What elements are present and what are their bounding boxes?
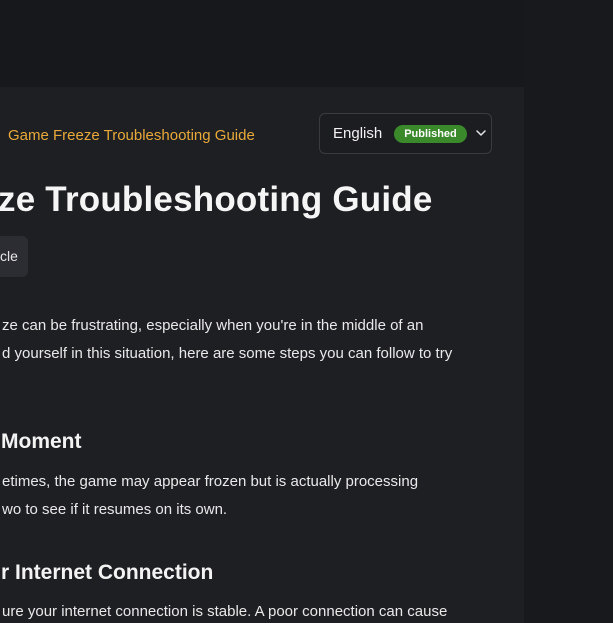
intro-paragraph-line-2: d yourself in this situation, here are s… xyxy=(2,345,453,362)
app-window: Game Freeze Troubleshooting Guide Englis… xyxy=(0,0,613,623)
section-heading-internet: r Internet Connection xyxy=(1,561,214,584)
section-1-line-1: etimes, the game may appear frozen but i… xyxy=(2,473,419,490)
top-backdrop xyxy=(0,0,613,87)
chevron-down-icon xyxy=(476,129,486,139)
language-select[interactable]: English Published xyxy=(319,113,492,154)
breadcrumb-article-link[interactable]: Game Freeze Troubleshooting Guide xyxy=(8,127,255,144)
right-gutter xyxy=(524,0,613,623)
section-2-line-1: ure your internet connection is stable. … xyxy=(2,603,448,620)
section-1-line-2: wo to see if it resumes on its own. xyxy=(2,501,228,518)
page-title: ze Troubleshooting Guide xyxy=(0,180,433,219)
article-panel: Game Freeze Troubleshooting Guide Englis… xyxy=(0,87,524,623)
intro-paragraph-line-1: ze can be frustrating, especially when y… xyxy=(2,317,424,334)
language-value: English xyxy=(333,125,383,142)
section-heading-wait: Moment xyxy=(1,430,82,453)
article-type-chip[interactable]: cle xyxy=(0,236,28,277)
status-badge: Published xyxy=(394,124,467,143)
